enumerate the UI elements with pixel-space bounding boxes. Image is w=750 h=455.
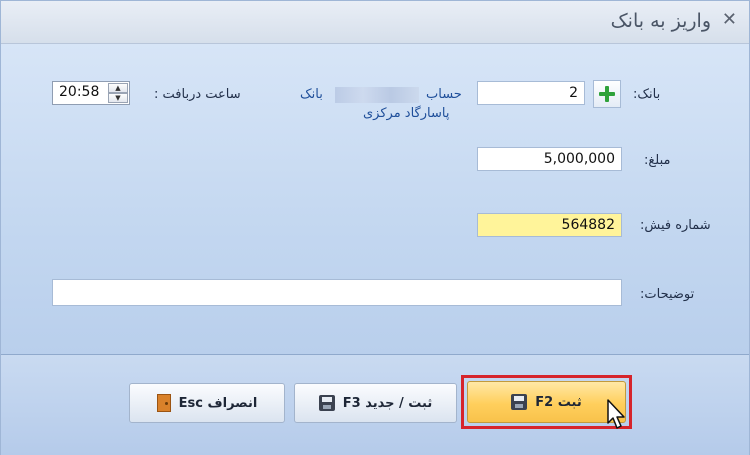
title-bar: ✕ واریز به بانک	[1, 1, 749, 44]
account-branch-label: پاسارگاد مرکزی	[363, 106, 450, 121]
account-bank-label: بانک	[300, 87, 323, 102]
dialog-window: ✕ واریز به بانک بانک: 2 حساب بانک پاسارگ…	[0, 0, 750, 455]
receive-time-value: 20:58	[59, 84, 100, 100]
account-label: حساب	[426, 87, 462, 102]
cancel-button[interactable]: انصراف Esc	[129, 383, 285, 423]
plus-icon	[599, 86, 615, 102]
spin-down-icon[interactable]: ▼	[108, 93, 128, 103]
receipt-number-input[interactable]: 564882	[477, 213, 622, 237]
bank-label: بانک:	[633, 87, 661, 102]
save-new-button[interactable]: ثبت / جدید F3	[294, 383, 457, 423]
mouse-cursor-icon	[607, 399, 625, 429]
floppy-disk-icon	[318, 395, 335, 411]
receive-time-spinner[interactable]: 20:58 ▲ ▼	[52, 81, 130, 105]
add-bank-button[interactable]	[593, 80, 621, 108]
bank-code-input[interactable]: 2	[477, 81, 585, 105]
close-icon[interactable]: ✕	[722, 9, 737, 31]
dialog-title: واریز به بانک	[610, 10, 711, 32]
receive-time-label: ساعت دربافت :	[154, 87, 241, 102]
amount-label: مبلغ:	[644, 153, 671, 168]
receipt-number-label: شماره فیش:	[640, 218, 711, 233]
amount-input[interactable]: 5,000,000	[477, 147, 622, 171]
notes-input[interactable]	[52, 279, 622, 306]
cancel-button-label: انصراف Esc	[178, 395, 258, 411]
masked-account-number	[335, 87, 419, 103]
notes-label: توضیحات:	[640, 287, 695, 302]
exit-door-icon	[156, 394, 171, 412]
save-new-button-label: ثبت / جدید F3	[342, 395, 433, 411]
spinner-buttons: ▲ ▼	[108, 83, 128, 103]
spin-up-icon[interactable]: ▲	[108, 83, 128, 93]
